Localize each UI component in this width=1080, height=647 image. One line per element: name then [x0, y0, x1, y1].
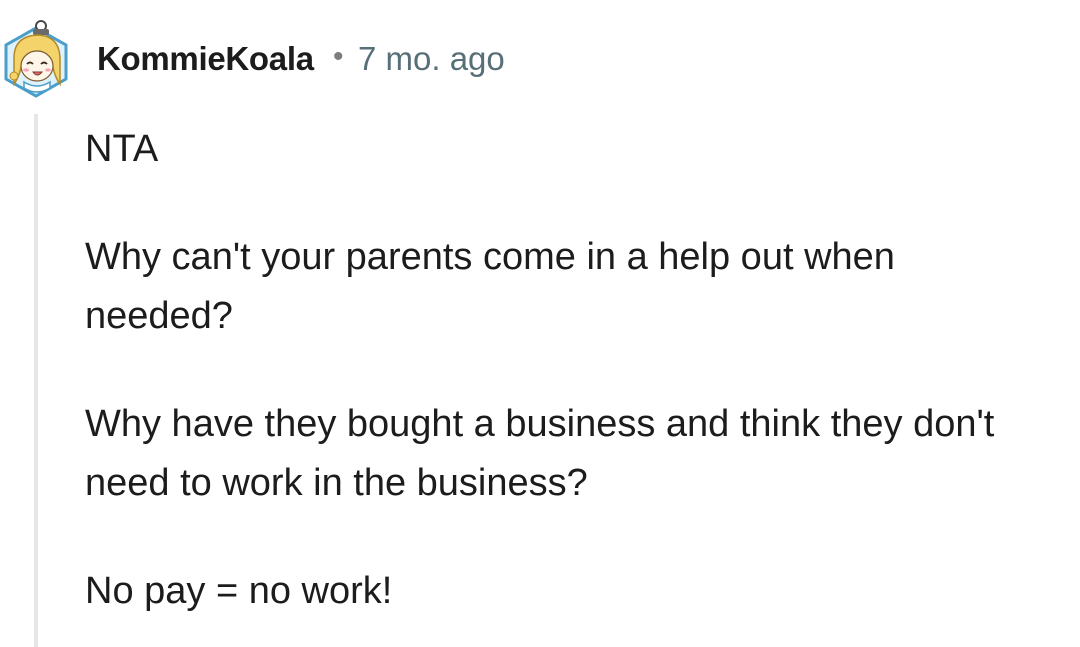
comment-timestamp[interactable]: 7 mo. ago	[358, 40, 505, 78]
comment-paragraph: NTA	[85, 128, 159, 170]
comment-paragraph: No pay = no work!	[85, 570, 393, 612]
comment-paragraph: Why have they bought a business and thin…	[85, 403, 995, 504]
meta-separator: •	[333, 40, 344, 73]
koala-avatar-icon[interactable]	[0, 18, 72, 102]
comment: KommieKoala • 7 mo. ago NTA Why can't yo…	[0, 0, 1080, 647]
comment-paragraph: Why can't your parents come in a help ou…	[85, 236, 895, 337]
thread-line[interactable]	[34, 114, 38, 647]
comment-author[interactable]: KommieKoala	[97, 40, 314, 78]
comment-body: NTA Why can't your parents come in a hel…	[85, 120, 1045, 621]
